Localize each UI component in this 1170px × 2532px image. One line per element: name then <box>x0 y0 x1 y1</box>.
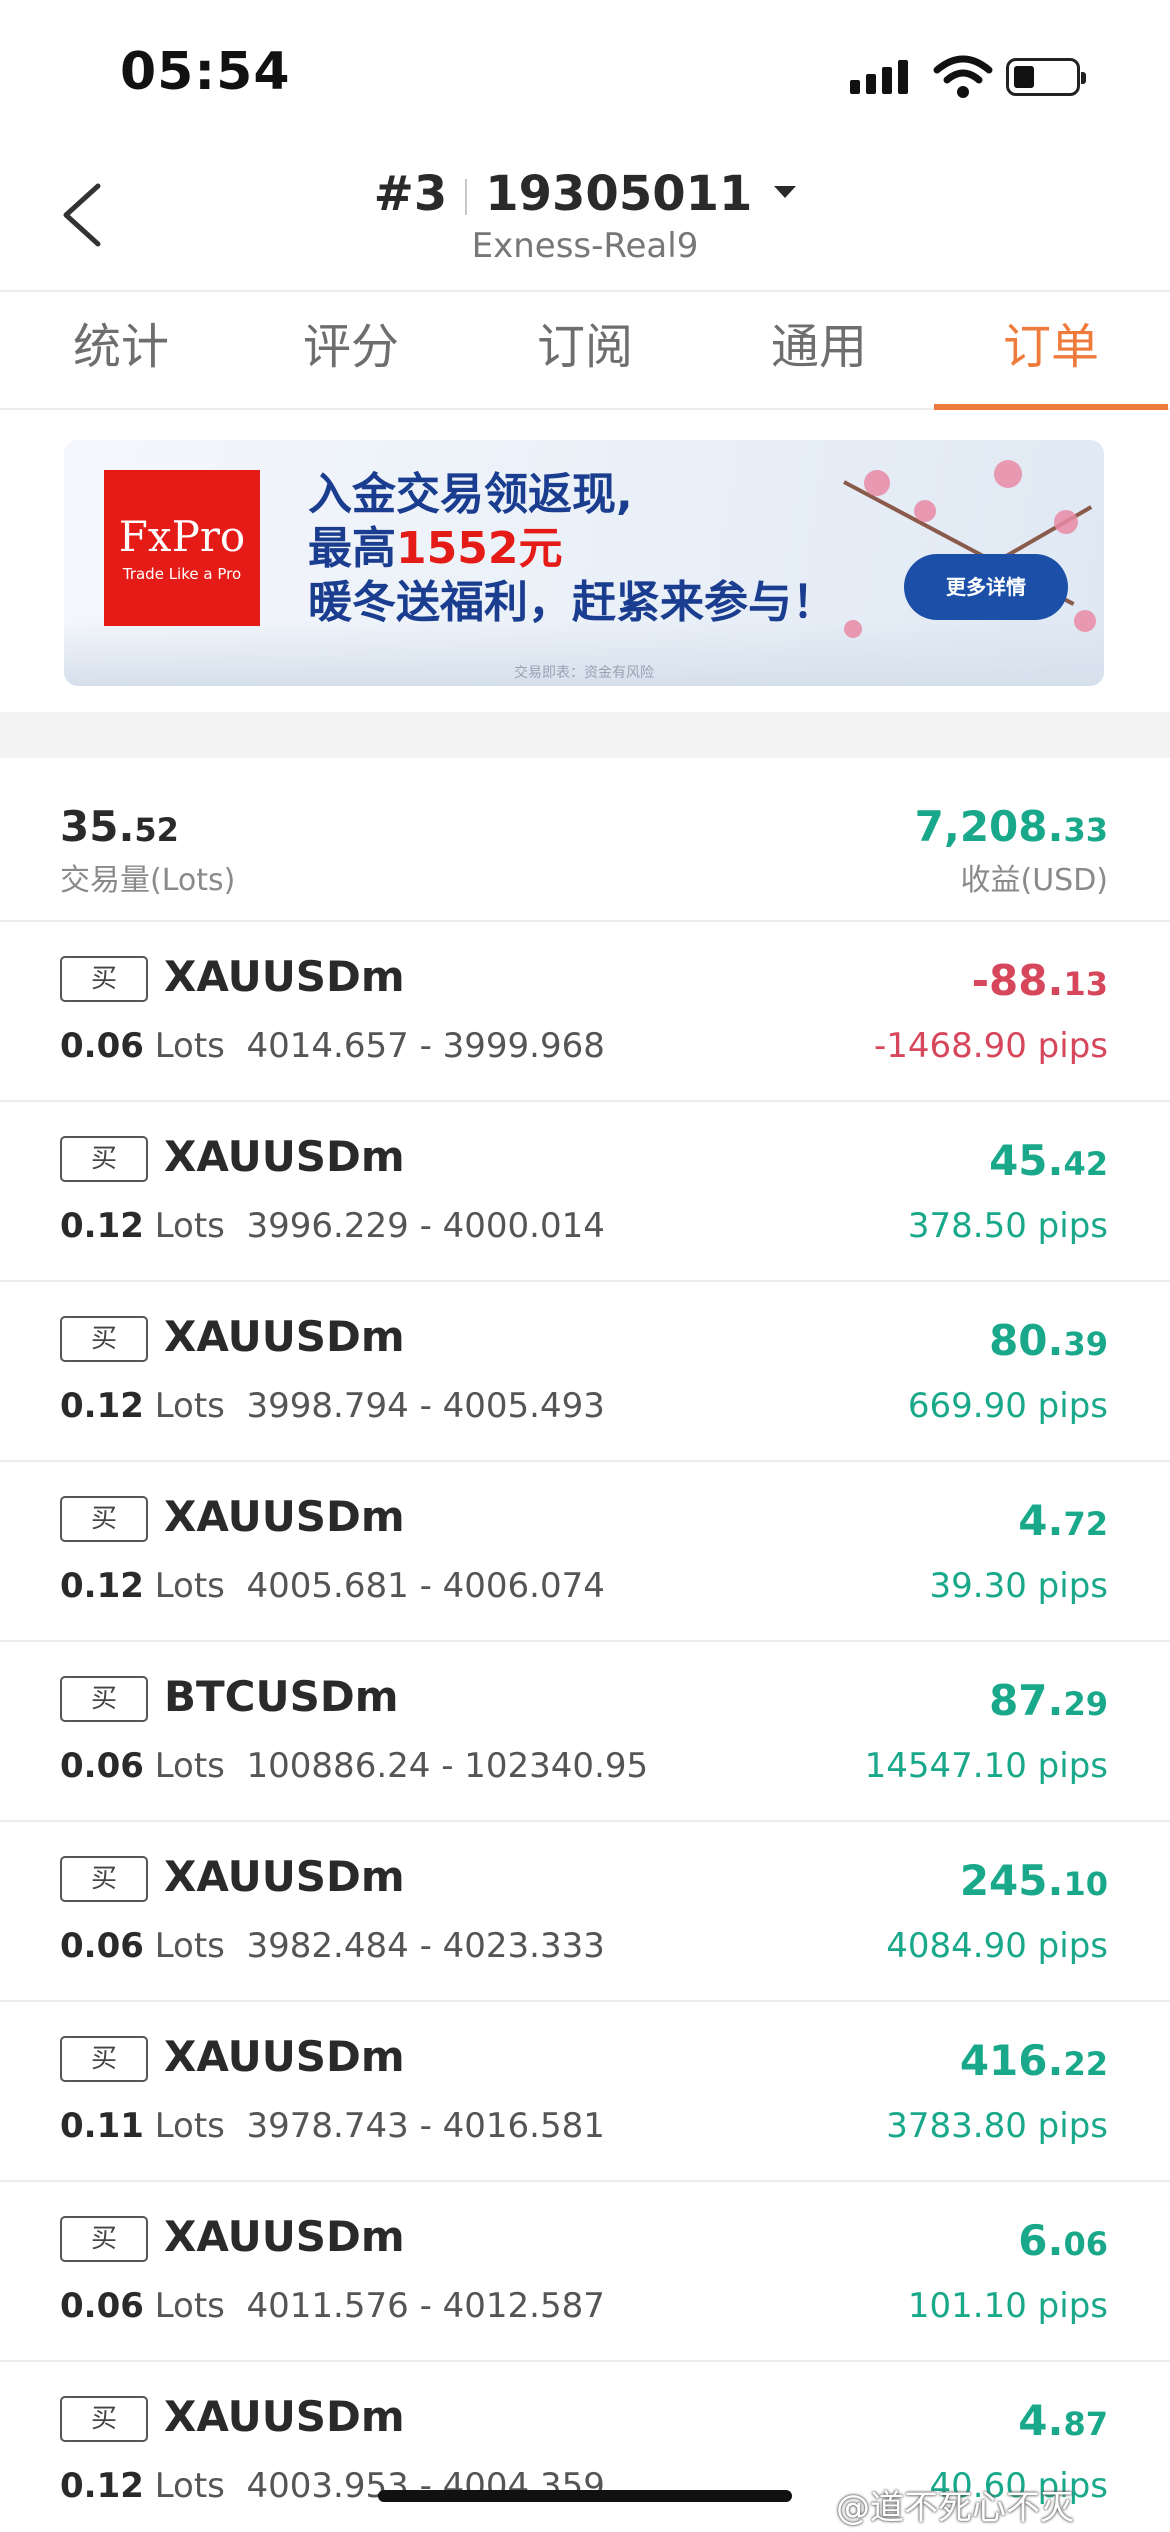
tab-subscribe[interactable]: 订阅 <box>468 292 702 410</box>
order-profit: 87.29 <box>989 1676 1108 1725</box>
status-bar: 05:54 <box>0 0 1170 150</box>
orders-summary: 35.52 交易量(Lots) 7,208.33 收益(USD) <box>0 758 1170 922</box>
tab-bar: 统计 评分 订阅 通用 订单 <box>0 290 1170 410</box>
order-row[interactable]: 买 XAUUSDm 0.12 Lots 3996.229 - 4000.014 … <box>0 1102 1170 1282</box>
side-badge: 买 <box>60 1316 148 1362</box>
order-lots: 0.06 Lots 4014.657 - 3999.968 <box>60 1026 605 1066</box>
order-row[interactable]: 买 XAUUSDm 0.06 Lots 4014.657 - 3999.968 … <box>0 922 1170 1102</box>
side-badge: 买 <box>60 1856 148 1902</box>
tab-rating[interactable]: 评分 <box>234 292 468 410</box>
order-symbol: XAUUSDm <box>164 1852 405 1901</box>
order-symbol: XAUUSDm <box>164 1492 405 1541</box>
order-lots: 0.06 Lots 100886.24 - 102340.95 <box>60 1746 649 1786</box>
total-profit: 7,208.33 <box>914 802 1108 851</box>
order-pips: 3783.80 pips <box>886 2106 1108 2146</box>
order-lots: 0.12 Lots 4005.681 - 4006.074 <box>60 1566 605 1606</box>
order-symbol: XAUUSDm <box>164 2032 405 2081</box>
banner-more-details-button[interactable]: 更多详情 <box>904 554 1068 620</box>
order-symbol: XAUUSDm <box>164 952 405 1001</box>
order-row[interactable]: 买 XAUUSDm 0.11 Lots 3978.743 - 4016.581 … <box>0 2002 1170 2182</box>
order-profit: 416.22 <box>959 2036 1108 2085</box>
banner-disclaimer: 交易即表：资金有风险 <box>514 665 654 681</box>
order-pips: -1468.90 pips <box>874 1026 1108 1066</box>
status-time: 05:54 <box>120 42 291 102</box>
tab-general[interactable]: 通用 <box>702 292 936 410</box>
side-badge: 买 <box>60 1136 148 1182</box>
order-profit: -88.13 <box>971 956 1108 1005</box>
order-symbol: XAUUSDm <box>164 2392 405 2441</box>
section-divider <box>0 712 1170 758</box>
order-profit: 80.39 <box>989 1316 1108 1365</box>
order-profit: 45.42 <box>989 1136 1108 1185</box>
cellular-signal-icon <box>850 60 908 94</box>
dropdown-caret-icon[interactable] <box>774 186 797 198</box>
side-badge: 买 <box>60 1496 148 1542</box>
order-symbol: XAUUSDm <box>164 1132 405 1181</box>
order-pips: 14547.10 pips <box>864 1746 1108 1786</box>
order-pips: 4084.90 pips <box>886 1926 1108 1966</box>
watermark: @道不死心不灭 <box>836 2488 1074 2528</box>
order-profit: 6.06 <box>1018 2216 1108 2265</box>
order-symbol: BTCUSDm <box>164 1672 399 1721</box>
order-profit: 4.87 <box>1018 2396 1108 2445</box>
wifi-icon <box>933 55 993 98</box>
account-selector[interactable]: #3 19305011 <box>0 166 1170 222</box>
side-badge: 买 <box>60 956 148 1002</box>
order-profit: 245.10 <box>959 1856 1108 1905</box>
battery-icon <box>1006 58 1086 96</box>
tab-orders[interactable]: 订单 <box>934 292 1168 410</box>
fxpro-logo: FxPro Trade Like a Pro <box>104 470 260 626</box>
order-lots: 0.06 Lots 4011.576 - 4012.587 <box>60 2286 605 2326</box>
order-row[interactable]: 买 XAUUSDm 0.12 Lots 3998.794 - 4005.493 … <box>0 1282 1170 1462</box>
order-profit: 4.72 <box>1018 1496 1108 1545</box>
order-pips: 101.10 pips <box>907 2286 1108 2326</box>
order-lots: 0.06 Lots 3982.484 - 4023.333 <box>60 1926 605 1966</box>
total-volume: 35.52 <box>60 802 179 851</box>
promo-banner[interactable]: FxPro Trade Like a Pro 入金交易领返现, 最高1552元 … <box>64 440 1104 686</box>
volume-label: 交易量(Lots) <box>60 863 236 898</box>
order-symbol: XAUUSDm <box>164 2212 405 2261</box>
banner-headline: 入金交易领返现, 最高1552元 暖冬送福利，赶紧来参与！ <box>308 469 836 628</box>
order-row[interactable]: 买 XAUUSDm 0.12 Lots 4005.681 - 4006.074 … <box>0 1462 1170 1642</box>
server-name: Exness-Real9 <box>471 226 699 266</box>
account-header: #3 19305011 Exness-Real9 <box>0 150 1170 290</box>
home-indicator[interactable] <box>378 2490 792 2502</box>
order-lots: 0.11 Lots 3978.743 - 4016.581 <box>60 2106 605 2146</box>
order-pips: 39.30 pips <box>929 1566 1108 1606</box>
order-row[interactable]: 买 XAUUSDm 0.06 Lots 4011.576 - 4012.587 … <box>0 2182 1170 2362</box>
profit-label: 收益(USD) <box>960 863 1108 898</box>
order-lots: 0.12 Lots 3996.229 - 4000.014 <box>60 1206 605 1246</box>
order-symbol: XAUUSDm <box>164 1312 405 1361</box>
tab-statistics[interactable]: 统计 <box>4 292 238 410</box>
account-index: #3 <box>373 166 448 222</box>
order-row[interactable]: 买 BTCUSDm 0.06 Lots 100886.24 - 102340.9… <box>0 1642 1170 1822</box>
order-pips: 669.90 pips <box>907 1386 1108 1426</box>
order-lots: 0.12 Lots 3998.794 - 4005.493 <box>60 1386 605 1426</box>
side-badge: 买 <box>60 1676 148 1722</box>
side-badge: 买 <box>60 2396 148 2442</box>
order-list: 买 XAUUSDm 0.06 Lots 4014.657 - 3999.968 … <box>0 922 1170 2532</box>
order-pips: 378.50 pips <box>907 1206 1108 1246</box>
account-number: 19305011 <box>485 166 753 222</box>
side-badge: 买 <box>60 2216 148 2262</box>
side-badge: 买 <box>60 2036 148 2082</box>
order-row[interactable]: 买 XAUUSDm 0.06 Lots 3982.484 - 4023.333 … <box>0 1822 1170 2002</box>
